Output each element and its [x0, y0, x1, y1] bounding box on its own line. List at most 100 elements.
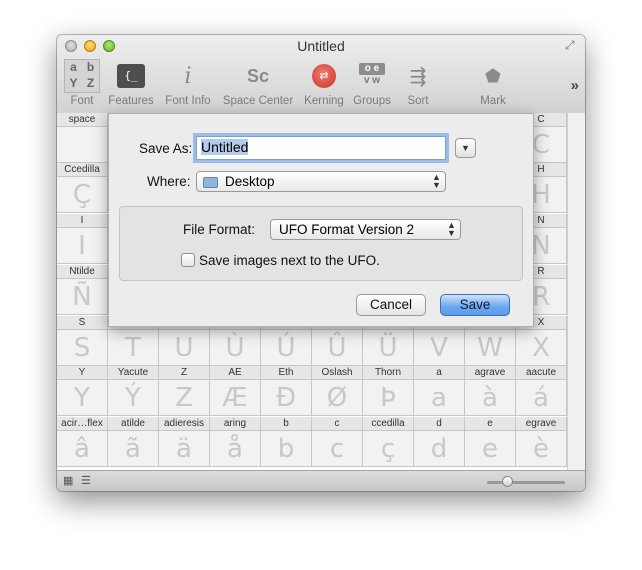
cancel-button[interactable]: Cancel	[356, 294, 426, 316]
toolbar-item-font-info[interactable]: i Font Info	[160, 60, 216, 108]
toolbar-label: Groups	[353, 95, 391, 107]
toolbar-label: Space Center	[222, 95, 294, 107]
save-button[interactable]: Save	[440, 294, 510, 316]
glyph-preview: Ý	[125, 383, 141, 413]
toolbar-label: Font Info	[165, 95, 211, 107]
glyph-cell[interactable]: Thorn Þ	[363, 366, 414, 416]
glyph-name: space	[57, 113, 107, 127]
glyph-cell[interactable]: ZZ	[159, 366, 210, 416]
toolbar-item-groups[interactable]: o ev w Groups	[351, 60, 393, 108]
toolbar-overflow-icon[interactable]: »	[571, 77, 579, 94]
where-popup[interactable]: Desktop ▲ ▼	[196, 171, 446, 192]
list-view-icon[interactable]: ☰	[81, 474, 91, 487]
zoom-slider-track[interactable]	[487, 481, 565, 484]
glyph-preview: V	[430, 333, 448, 363]
glyph-name: ccedilla	[363, 417, 413, 431]
glyph-cell[interactable]: Ntilde Ñ	[57, 265, 108, 315]
glyph-name: I	[57, 214, 107, 228]
save-images-checkbox[interactable]	[181, 253, 195, 267]
save-as-label: Save As:	[139, 141, 193, 156]
where-value: Desktop	[225, 174, 275, 189]
glyph-preview: ã	[125, 434, 141, 464]
glyph-cell[interactable]: SS	[57, 316, 108, 366]
title-bar: Untitled ⤢ a b Y Z Font {_ Features i Font Info S…	[57, 35, 585, 114]
glyph-preview: à	[482, 383, 498, 413]
glyph-preview: ç	[380, 434, 396, 464]
glyph-name: e	[465, 417, 515, 431]
toolbar-item-mark[interactable]: ⬟ Mark	[472, 60, 514, 108]
glyph-cell[interactable]: II	[57, 214, 108, 264]
glyph-cell[interactable]: cc	[312, 417, 363, 467]
glyph-cell[interactable]: Ccedilla Ç	[57, 163, 108, 213]
glyph-name: acir…flex	[57, 417, 107, 431]
glyph-preview: e	[482, 434, 498, 464]
glyph-name: b	[261, 417, 311, 431]
glyph-name: adieresis	[159, 417, 209, 431]
glyph-cell[interactable]: aa	[414, 366, 465, 416]
mark-icon: ⬟	[485, 65, 501, 86]
fullscreen-icon[interactable]: ⤢	[565, 38, 579, 52]
glyph-preview: U	[174, 333, 194, 363]
bottom-bar: ▦ ☰	[57, 470, 585, 491]
glyph-cell[interactable]: space	[57, 113, 108, 163]
glyph-preview: Ù	[225, 333, 245, 363]
glyph-preview: a	[431, 383, 447, 413]
folder-icon	[203, 177, 218, 188]
glyph-name: aring	[210, 417, 260, 431]
glyph-cell[interactable]: bb	[261, 417, 312, 467]
glyph-cell[interactable]: acir…flex â	[57, 417, 108, 467]
glyph-name: aacute	[516, 366, 566, 380]
glyph-cell[interactable]: agrave à	[465, 366, 516, 416]
grid-view-icon[interactable]: ▦	[63, 474, 73, 487]
glyph-cell[interactable]: dd	[414, 417, 465, 467]
groups-icon: o ev w	[351, 60, 393, 92]
glyph-cell[interactable]: ccedilla ç	[363, 417, 414, 467]
popup-arrows-icon: ▲ ▼	[432, 172, 441, 190]
glyph-preview: è	[533, 434, 549, 464]
glyph-cell[interactable]: adieresis ä	[159, 417, 210, 467]
glyph-cell[interactable]: Yacute Ý	[108, 366, 159, 416]
window-title: Untitled	[297, 38, 345, 54]
features-icon: {_	[106, 60, 156, 92]
glyph-preview: ä	[176, 434, 192, 464]
toolbar-item-space-center[interactable]: Sc Space Center	[220, 60, 296, 108]
glyph-preview: c	[329, 434, 345, 464]
vertical-scrollbar[interactable]	[567, 113, 585, 470]
glyph-preview: Ø	[326, 383, 348, 413]
glyph-preview: Ü	[378, 333, 398, 363]
glyph-name: AE	[210, 366, 260, 380]
toolbar-item-sort[interactable]: ⇶ Sort	[399, 60, 437, 108]
glyph-preview: Ú	[276, 333, 296, 363]
save-sheet: Save As: Untitled ▼ Where: Desktop ▲ ▼ Fi…	[108, 113, 534, 327]
glyph-cell[interactable]: Oslash Ø	[312, 366, 363, 416]
glyph-name: agrave	[465, 366, 515, 380]
glyph-preview: Ç	[72, 180, 92, 210]
zoom-slider-knob[interactable]	[501, 476, 513, 487]
glyph-cell[interactable]: ee	[465, 417, 516, 467]
glyph-preview: â	[74, 434, 90, 464]
save-images-label[interactable]: Save images next to the UFO.	[199, 253, 380, 268]
glyph-cell[interactable]: YY	[57, 366, 108, 416]
glyph-preview: X	[532, 333, 550, 363]
file-format-popup[interactable]: UFO Format Version 2 ▲ ▼	[270, 219, 461, 240]
toolbar-item-features[interactable]: {_ Features	[106, 60, 156, 108]
glyph-cell[interactable]: atilde ã	[108, 417, 159, 467]
format-options-box	[119, 206, 523, 281]
glyph-preview: Æ	[222, 383, 248, 413]
toolbar-label: Sort	[407, 95, 429, 107]
info-icon: i	[184, 63, 192, 89]
glyph-cell[interactable]: egrave è	[516, 417, 567, 467]
glyph-name: Thorn	[363, 366, 413, 380]
glyph-cell[interactable]: aacute á	[516, 366, 567, 416]
expand-dialog-button[interactable]: ▼	[455, 138, 476, 158]
glyph-name: Ntilde	[57, 265, 107, 279]
glyph-cell[interactable]: Eth Ð	[261, 366, 312, 416]
glyph-preview: å	[227, 434, 243, 464]
toolbar-item-kerning[interactable]: ⇄ Kerning	[300, 60, 348, 108]
glyph-preview: Z	[175, 383, 193, 413]
toolbar-item-font[interactable]: a b Y Z Font	[61, 59, 103, 108]
glyph-cell[interactable]: AE Æ	[210, 366, 261, 416]
glyph-name: a	[414, 366, 464, 380]
glyph-cell[interactable]: aring å	[210, 417, 261, 467]
save-as-field[interactable]: Untitled	[196, 136, 446, 160]
